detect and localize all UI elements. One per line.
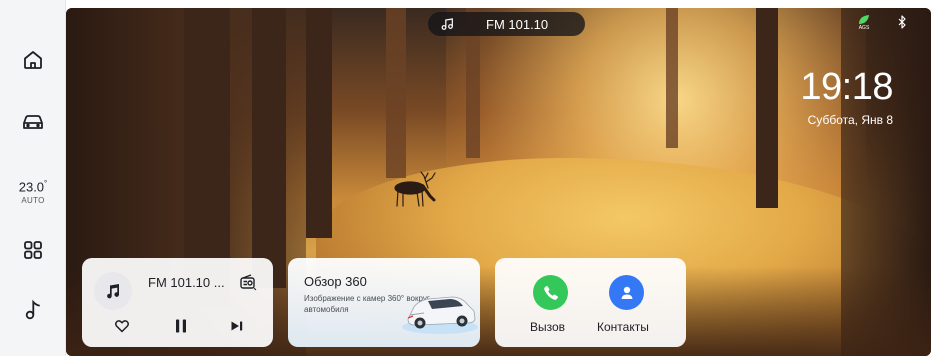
radio-card[interactable]: FM 101.10 ... (82, 258, 273, 347)
tree-trunk (252, 8, 286, 288)
call-label: Вызов (530, 320, 566, 334)
music-icon (25, 299, 40, 320)
tree-trunk (756, 8, 778, 208)
apps-grid-icon (24, 241, 42, 259)
clock-date: Суббота, Янв 8 (807, 113, 893, 127)
music-note-icon (441, 18, 453, 30)
music-button[interactable] (0, 294, 66, 326)
left-rail: 23.0° AUTO (0, 0, 66, 356)
bluetooth-icon (898, 15, 906, 29)
phone-icon (543, 285, 558, 300)
call-button[interactable] (533, 275, 568, 310)
apps-button[interactable] (0, 234, 66, 266)
now-playing-station: FM 101.10 (486, 16, 549, 32)
view360-card[interactable]: Обзор 360 Изображение с камер 360° вокру… (288, 258, 480, 347)
heart-icon[interactable] (114, 318, 130, 334)
home-button[interactable] (0, 44, 66, 76)
contacts-label: Контакты (597, 320, 649, 334)
climate-mode: AUTO (21, 196, 45, 206)
pause-icon[interactable] (173, 318, 189, 334)
home-icon (24, 51, 42, 69)
leaf-icon (859, 15, 869, 24)
music-note-icon (107, 284, 120, 299)
tree-trunk (666, 8, 678, 148)
radio-source-icon[interactable] (239, 273, 257, 291)
phone-card: Вызов Контакты (495, 258, 686, 347)
radio-station-title: FM 101.10 ... (148, 275, 225, 290)
next-icon[interactable] (229, 318, 245, 334)
view360-title: Обзор 360 (304, 274, 367, 289)
now-playing-pill[interactable]: FM 101.10 (428, 12, 585, 36)
album-art (94, 272, 132, 310)
contacts-button[interactable] (609, 275, 644, 310)
deer-illustration (394, 171, 436, 207)
car-icon (23, 115, 43, 129)
suv-illustration (402, 296, 478, 334)
eco-status: AGS (856, 14, 872, 32)
climate-button[interactable]: 23.0° AUTO (0, 172, 66, 212)
vehicle-button[interactable] (0, 106, 66, 138)
eco-badge-label: AGS (858, 25, 870, 31)
tree-trunk (386, 8, 406, 178)
contact-person-icon (621, 286, 632, 299)
temperature-value: 23.0° (18, 178, 48, 195)
clock-time: 19:18 (800, 66, 893, 108)
tree-trunk (306, 8, 332, 238)
